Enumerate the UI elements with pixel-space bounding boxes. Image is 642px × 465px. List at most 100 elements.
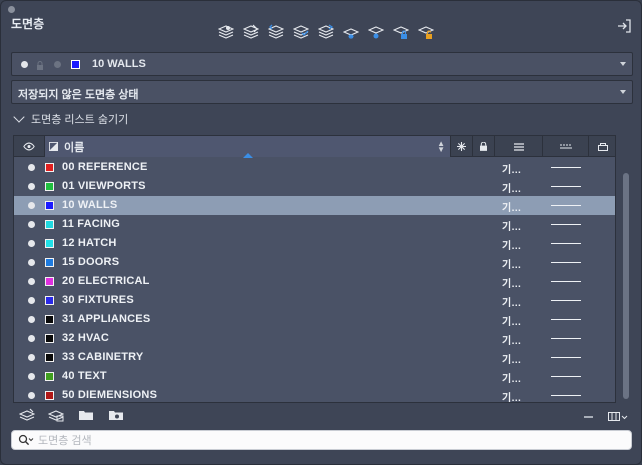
table-row[interactable]: 10 WALLS 기… [14, 196, 615, 215]
table-row[interactable]: 40 TEXT 기… [14, 367, 615, 386]
lock-icon [480, 142, 487, 151]
layer-lineweight[interactable] [551, 186, 581, 187]
visibility-icon[interactable] [28, 354, 35, 361]
visibility-icon[interactable] [28, 316, 35, 323]
layer-lineweight[interactable] [551, 319, 581, 320]
layer-linetype[interactable]: 기… [502, 351, 521, 366]
visibility-icon[interactable] [28, 183, 35, 190]
table-row[interactable]: 11 FACING 기… [14, 215, 615, 234]
layer-color-swatch[interactable] [45, 315, 54, 324]
visibility-icon[interactable] [28, 259, 35, 266]
layer-color-swatch[interactable] [45, 258, 54, 267]
search-icon [18, 434, 34, 447]
layer-linetype[interactable]: 기… [502, 218, 521, 233]
layer-off-icon[interactable] [366, 23, 385, 41]
layer-manager-icon[interactable] [216, 23, 235, 41]
collapse-icon[interactable] [584, 416, 593, 418]
layer-walk-icon[interactable] [316, 23, 335, 41]
layer-previous-icon[interactable] [291, 23, 310, 41]
layer-match-icon[interactable] [266, 23, 285, 41]
layer-color-swatch[interactable] [45, 391, 54, 400]
layer-color-swatch[interactable] [45, 182, 54, 191]
layer-linetype[interactable]: 기… [502, 237, 521, 252]
current-layer-dropdown[interactable]: 10 WALLS [11, 52, 633, 76]
layer-color-swatch[interactable] [45, 201, 54, 210]
layers-panel: 도면층 10 WALLS 저장되지 않은 도면층 상태 도면층 리스트 숨기기 [0, 0, 642, 465]
layer-linetype[interactable]: 기… [502, 180, 521, 195]
new-layer-vp-frozen-icon[interactable] [47, 407, 65, 423]
layer-edit-icon[interactable] [241, 23, 260, 41]
layer-linetype[interactable]: 기… [502, 370, 521, 385]
exit-icon[interactable] [617, 19, 631, 33]
search-input[interactable] [38, 433, 618, 448]
column-freeze[interactable] [451, 136, 473, 157]
column-plot[interactable] [589, 136, 615, 157]
table-row[interactable]: 00 REFERENCE 기… [14, 158, 615, 177]
layer-freeze-icon[interactable] [341, 23, 360, 41]
layer-unlock-icon[interactable] [416, 23, 435, 41]
layer-color-swatch[interactable] [45, 277, 54, 286]
columns-menu-button[interactable] [608, 411, 628, 423]
table-row[interactable]: 12 HATCH 기… [14, 234, 615, 253]
table-row[interactable]: 50 DIEMENSIONS 기… [14, 386, 615, 402]
layer-lineweight[interactable] [551, 243, 581, 244]
window-close-dot[interactable] [8, 6, 15, 13]
layer-linetype[interactable]: 기… [502, 161, 521, 176]
layer-lineweight[interactable] [551, 262, 581, 263]
visibility-icon[interactable] [28, 221, 35, 228]
table-row[interactable]: 01 VIEWPORTS 기… [14, 177, 615, 196]
layer-search-box[interactable] [11, 430, 632, 450]
layer-lock-icon[interactable] [391, 23, 410, 41]
layer-lineweight[interactable] [551, 376, 581, 377]
visibility-icon[interactable] [28, 164, 35, 171]
layer-color-swatch[interactable] [45, 296, 54, 305]
table-row[interactable]: 32 HVAC 기… [14, 329, 615, 348]
layer-lineweight[interactable] [551, 205, 581, 206]
layer-color-swatch[interactable] [45, 372, 54, 381]
layer-linetype[interactable]: 기… [502, 256, 521, 271]
table-row[interactable]: 30 FIXTURES 기… [14, 291, 615, 310]
layer-color-swatch[interactable] [45, 163, 54, 172]
table-row[interactable]: 31 APPLIANCES 기… [14, 310, 615, 329]
open-folder-icon[interactable] [77, 407, 95, 423]
new-layer-icon[interactable] [18, 407, 36, 423]
table-row[interactable]: 15 DOORS 기… [14, 253, 615, 272]
chevron-down-icon [13, 111, 25, 123]
layer-color-swatch[interactable] [45, 334, 54, 343]
layer-linetype[interactable]: 기… [502, 199, 521, 214]
column-linetype[interactable] [495, 136, 543, 157]
layer-state-dropdown[interactable]: 저장되지 않은 도면층 상태 [11, 80, 633, 104]
column-visibility[interactable] [14, 136, 45, 157]
folder-settings-icon[interactable] [107, 407, 125, 423]
current-layer-color-swatch [71, 60, 80, 69]
visibility-icon[interactable] [28, 392, 35, 399]
visibility-icon[interactable] [28, 335, 35, 342]
layer-lineweight[interactable] [551, 300, 581, 301]
layer-linetype[interactable]: 기… [502, 294, 521, 309]
table-row[interactable]: 33 CABINETRY 기… [14, 348, 615, 367]
visibility-icon[interactable] [28, 278, 35, 285]
visibility-icon[interactable] [28, 373, 35, 380]
layer-color-swatch[interactable] [45, 220, 54, 229]
layer-lineweight[interactable] [551, 338, 581, 339]
visibility-icon[interactable] [28, 297, 35, 304]
layer-linetype[interactable]: 기… [502, 389, 521, 402]
linetype-icon [513, 142, 524, 151]
list-scrollbar[interactable] [623, 173, 629, 399]
column-lock[interactable] [473, 136, 495, 157]
layer-linetype[interactable]: 기… [502, 275, 521, 290]
hide-layer-list-toggle[interactable]: 도면층 리스트 숨기기 [13, 111, 128, 127]
layer-linetype[interactable]: 기… [502, 332, 521, 347]
visibility-icon[interactable] [28, 202, 35, 209]
layer-linetype[interactable]: 기… [502, 313, 521, 328]
layer-color-swatch[interactable] [45, 353, 54, 362]
layer-lineweight[interactable] [551, 167, 581, 168]
table-row[interactable]: 20 ELECTRICAL 기… [14, 272, 615, 291]
column-lineweight[interactable] [543, 136, 589, 157]
layer-color-swatch[interactable] [45, 239, 54, 248]
visibility-icon[interactable] [28, 240, 35, 247]
layer-lineweight[interactable] [551, 224, 581, 225]
layer-lineweight[interactable] [551, 357, 581, 358]
layer-lineweight[interactable] [551, 281, 581, 282]
layer-lineweight[interactable] [551, 395, 581, 396]
